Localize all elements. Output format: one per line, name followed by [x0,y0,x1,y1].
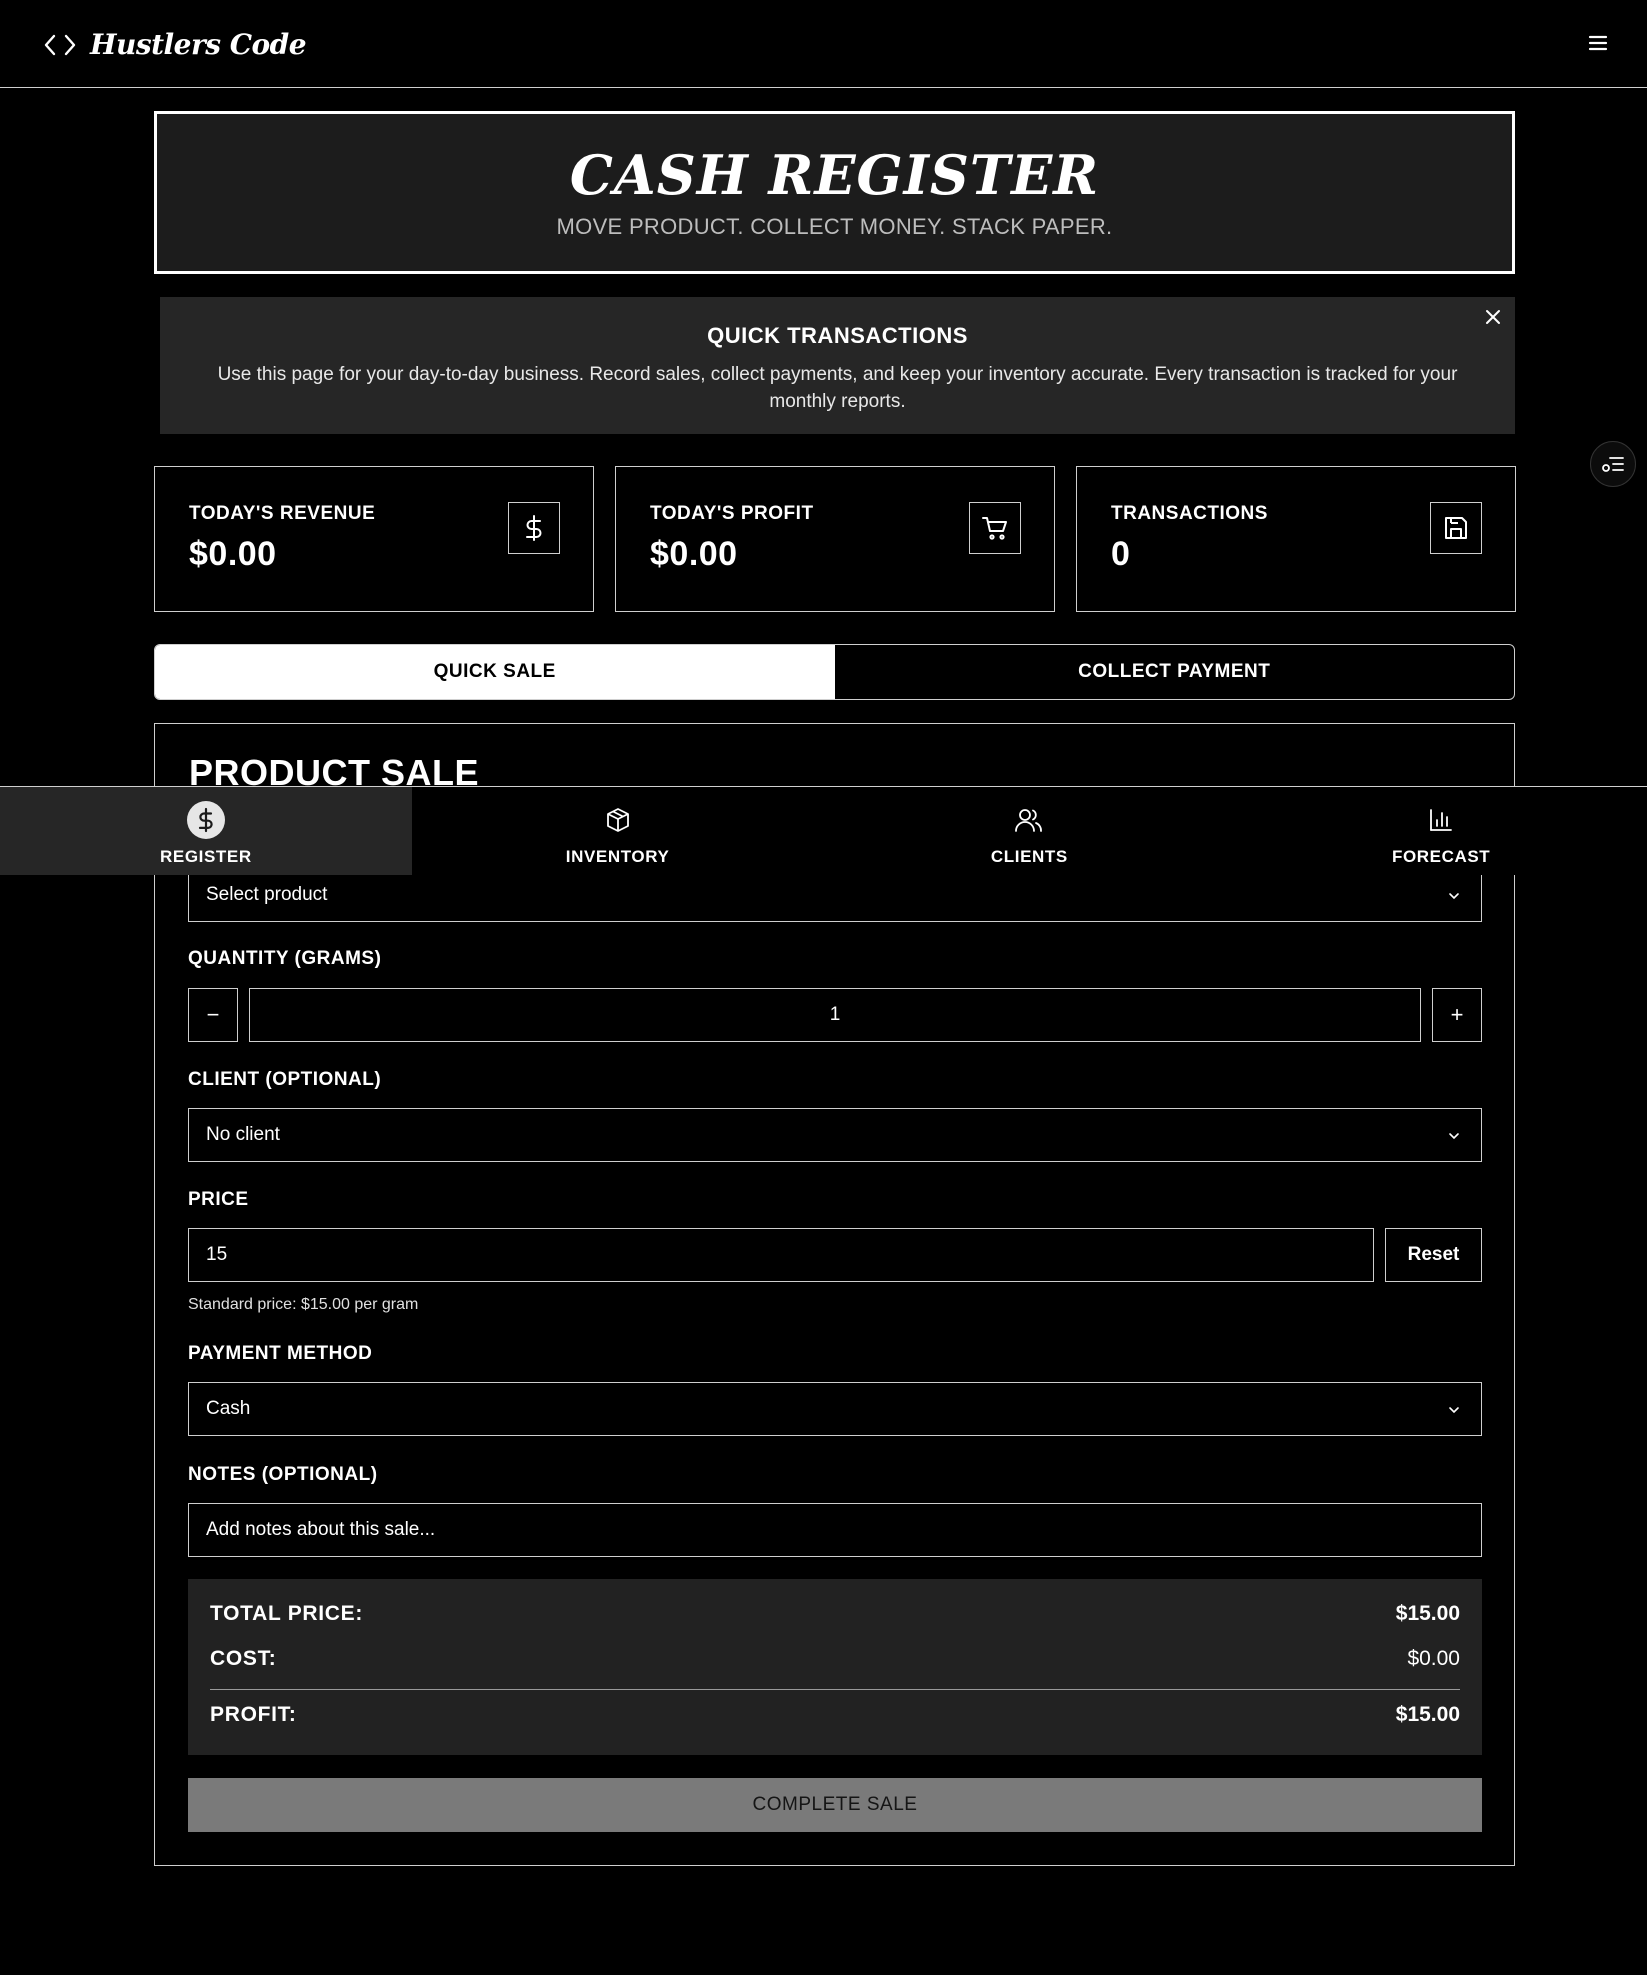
bottom-nav-label: REGISTER [160,847,252,866]
bottom-nav-label: FORECAST [1391,847,1491,866]
info-banner-text: Use this page for your day-to-day busine… [217,364,1458,412]
product-select-value: Select product [206,884,328,905]
filter-toggle-button[interactable] [1590,441,1636,487]
price-hint: Standard price: $15.00 per gram [188,1296,419,1313]
bottom-nav-register[interactable]: REGISTER [0,787,412,875]
bottom-nav-forecast[interactable]: FORECAST [1235,787,1647,875]
cart-icon [969,502,1021,554]
chevron-down-icon [1449,893,1459,900]
cost-value: $0.00 [1407,1647,1460,1670]
summary-profit-row: PROFIT: $15.00 [210,1703,1460,1727]
bottom-nav-inventory[interactable]: INVENTORY [412,787,824,875]
bar-chart-icon [1422,801,1460,839]
notes-placeholder: Add notes about this sale... [206,1519,436,1540]
quantity-increase-button[interactable]: + [1432,988,1482,1042]
stat-label: TODAY'S PROFIT [650,503,814,524]
app-name: Hustlers Code [90,28,307,61]
client-select[interactable]: No client [188,1108,1482,1162]
sale-mode-tabs: QUICK SALE COLLECT PAYMENT [154,644,1515,700]
quantity-label: QUANTITY (GRAMS) [188,948,382,969]
box-icon [599,801,637,839]
quantity-input[interactable]: 1 [249,988,1421,1042]
stat-value: $0.00 [189,535,277,573]
profit-label: PROFIT: [210,1703,297,1726]
stat-value: 0 [1111,535,1131,573]
chevron-down-icon [1449,1133,1459,1140]
dollar-icon [508,502,560,554]
page-title: CASH REGISTER [569,143,1100,207]
stat-value: $0.00 [650,535,738,573]
price-label: PRICE [188,1189,249,1210]
reset-price-button[interactable]: Reset [1385,1228,1482,1282]
payment-method-select[interactable]: Cash [188,1382,1482,1436]
users-icon [1010,801,1048,839]
close-icon[interactable] [1484,308,1502,326]
cost-label: COST: [210,1647,277,1670]
bottom-nav-label: INVENTORY [565,847,670,866]
dollar-icon [186,801,225,839]
top-nav: Hustlers Code [0,0,1647,88]
stat-label: TRANSACTIONS [1111,503,1268,524]
summary-divider [210,1689,1460,1690]
bottom-nav-clients[interactable]: CLIENTS [824,787,1236,875]
stat-card-profit: TODAY'S PROFIT $0.00 [615,466,1055,612]
summary-total-row: TOTAL PRICE: $15.00 [210,1602,1460,1626]
product-select[interactable]: Select product [188,868,1482,922]
summary-cost-row: COST: $0.00 [210,1647,1460,1671]
bottom-nav-label: CLIENTS [990,847,1068,866]
stat-card-revenue: TODAY'S REVENUE $0.00 [154,466,594,612]
quantity-decrease-button[interactable]: − [188,988,238,1042]
payment-method-label: PAYMENT METHOD [188,1343,373,1364]
total-price-label: TOTAL PRICE: [210,1602,364,1625]
save-icon [1430,502,1482,554]
code-icon [44,34,76,55]
logo[interactable]: Hustlers Code [44,28,307,61]
page-subtitle: MOVE PRODUCT. COLLECT MONEY. STACK PAPER… [556,214,1113,239]
info-banner: QUICK TRANSACTIONS Use this page for you… [160,297,1515,434]
payment-method-value: Cash [206,1398,251,1419]
total-price-value: $15.00 [1395,1602,1460,1625]
page-header: CASH REGISTER MOVE PRODUCT. COLLECT MONE… [154,111,1515,274]
hamburger-menu-icon[interactable] [1586,32,1610,54]
sale-summary: TOTAL PRICE: $15.00 COST: $0.00 PROFIT: … [188,1579,1482,1755]
tab-quick-sale[interactable]: QUICK SALE [155,645,835,699]
notes-input[interactable]: Add notes about this sale... [188,1503,1482,1557]
profit-value: $15.00 [1395,1703,1460,1726]
stat-card-transactions: TRANSACTIONS 0 [1076,466,1516,612]
info-banner-title: QUICK TRANSACTIONS [707,323,968,348]
complete-sale-button[interactable]: COMPLETE SALE [188,1778,1482,1832]
client-label: CLIENT (OPTIONAL) [188,1069,382,1090]
price-input[interactable]: 15 [188,1228,1374,1282]
notes-label: NOTES (OPTIONAL) [188,1464,378,1485]
bottom-nav: REGISTER INVENTORY CLIENTS FORECAST [0,786,1647,875]
stat-label: TODAY'S REVENUE [189,503,376,524]
tab-collect-payment[interactable]: COLLECT PAYMENT [835,645,1515,699]
client-select-value: No client [206,1124,280,1145]
chevron-down-icon [1449,1407,1459,1414]
filter-list-icon [1602,457,1624,472]
